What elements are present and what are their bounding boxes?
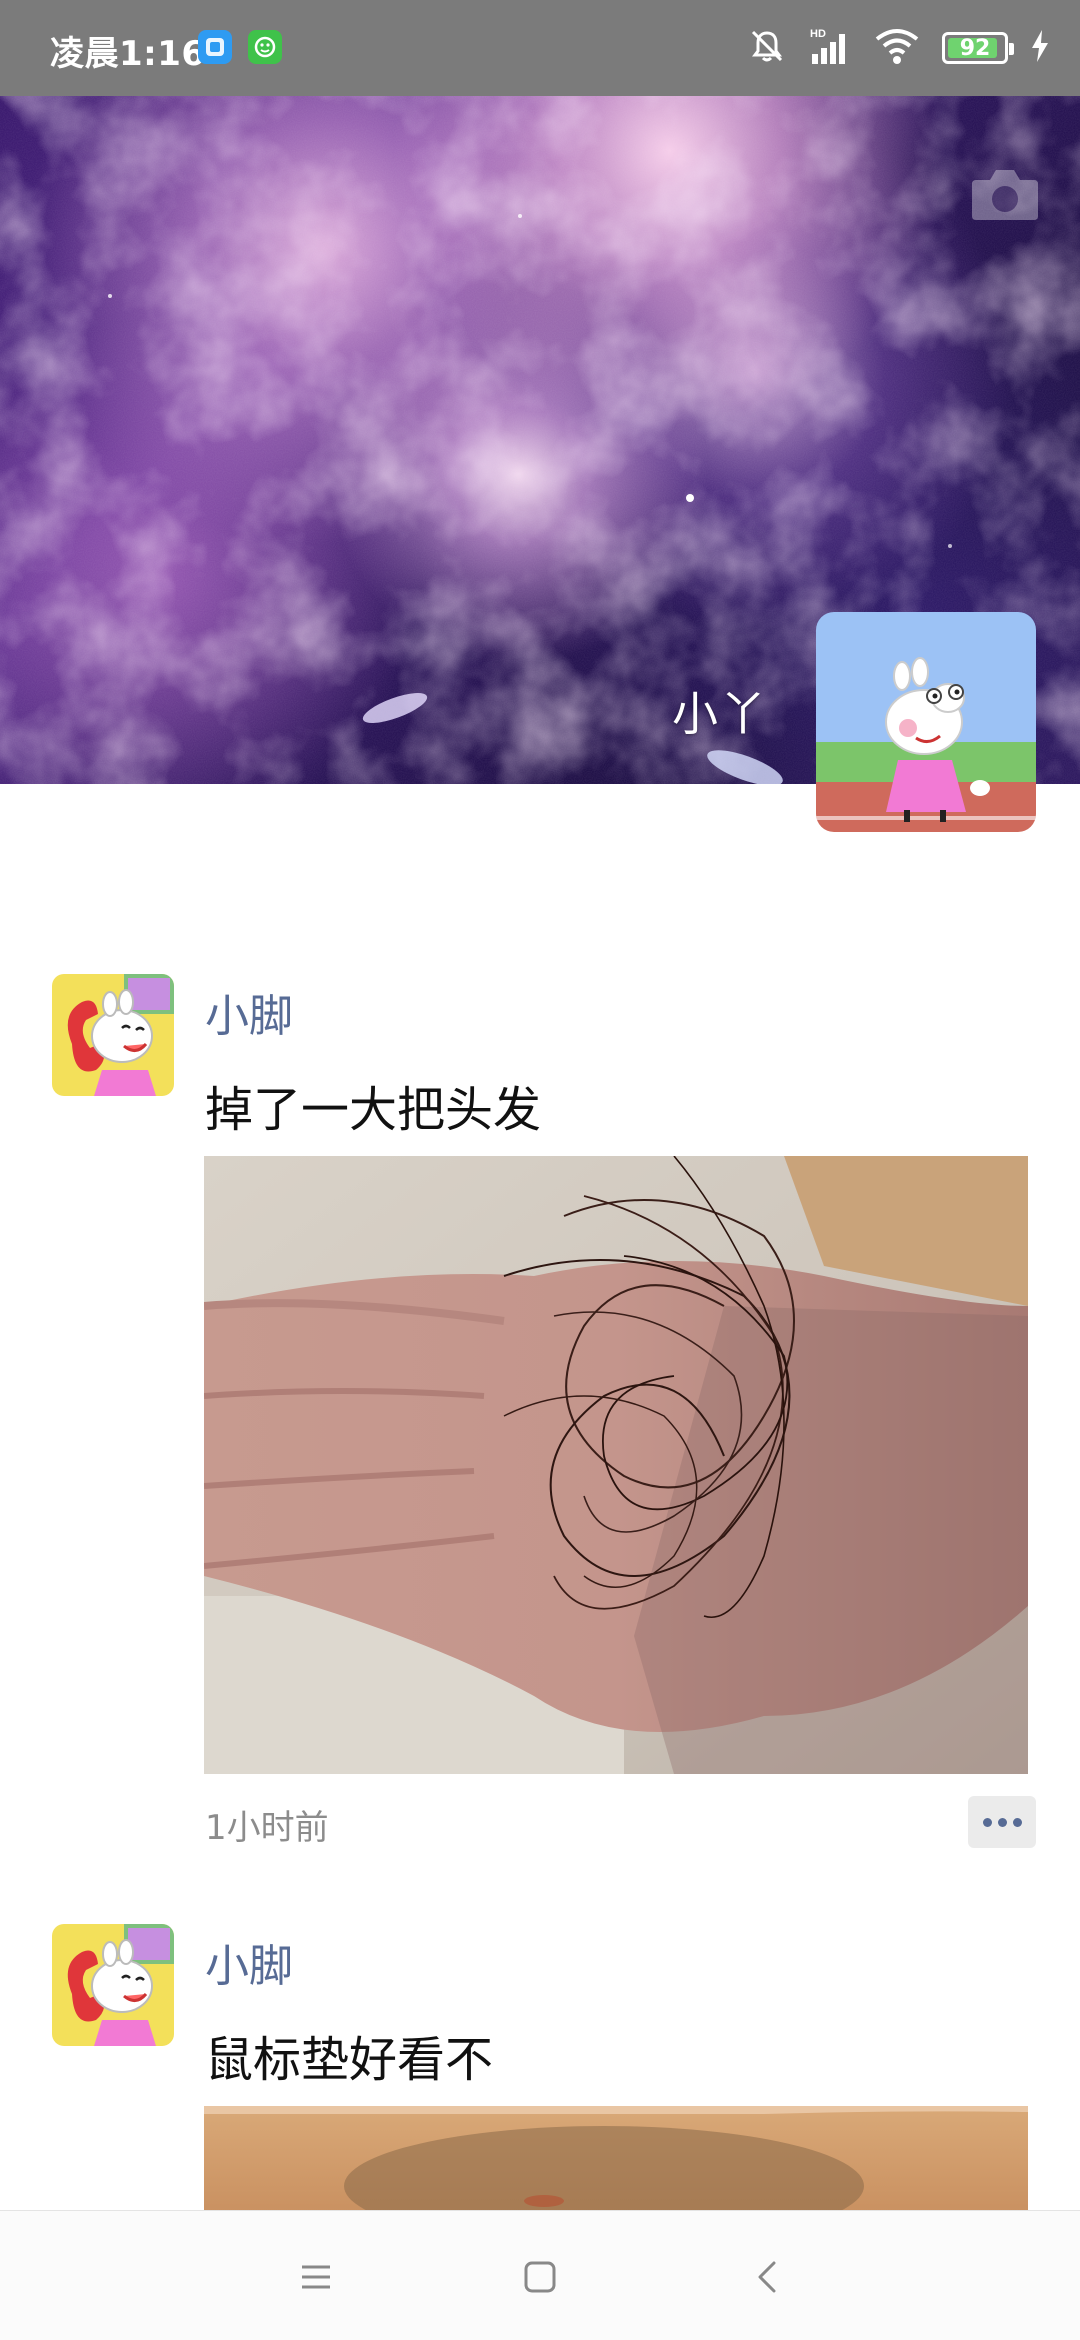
post-image[interactable] <box>204 1156 1028 1774</box>
more-dot <box>997 1817 1007 1827</box>
status-bar: 凌晨1:16 HD 92 <box>0 0 1080 96</box>
more-dots-icon <box>982 1817 992 1827</box>
post-avatar[interactable] <box>52 1924 174 2046</box>
mute-icon <box>748 27 786 69</box>
post-author[interactable]: 小脚 <box>205 1930 293 1994</box>
charging-icon <box>1030 29 1050 67</box>
app-blue-icon <box>198 30 232 64</box>
moments-feed[interactable]: 小脚 掉了一大把头发 1小时前 小脚 鼠标垫好看不 <box>0 784 1080 2210</box>
post: 小脚 掉了一大把头发 1小时前 <box>0 784 1080 1848</box>
home-icon[interactable] <box>510 2247 570 2307</box>
system-nav-bar <box>0 2210 1080 2340</box>
wifi-icon <box>874 27 920 69</box>
post-text: 掉了一大把头发 <box>205 1082 542 1138</box>
post: 小脚 鼠标垫好看不 <box>0 1834 1080 2210</box>
profile-avatar[interactable] <box>816 612 1036 832</box>
app-green-icon <box>248 30 282 64</box>
status-time: 凌晨1:16 <box>50 34 206 74</box>
battery-icon: 92 <box>942 32 1014 64</box>
svg-text:HD: HD <box>810 28 826 40</box>
camera-icon[interactable] <box>970 166 1040 222</box>
menu-icon[interactable] <box>286 2247 346 2307</box>
back-icon[interactable] <box>738 2247 798 2307</box>
more-dot <box>1012 1817 1022 1827</box>
battery-level: 92 <box>959 35 991 61</box>
hd-signal-icon: HD <box>808 26 852 70</box>
profile-name: 小丫 <box>672 687 768 741</box>
post-image[interactable] <box>204 2106 1028 2210</box>
status-icons: HD 92 <box>748 24 1050 72</box>
post-text: 鼠标垫好看不 <box>205 2032 494 2088</box>
post-avatar[interactable] <box>52 974 174 1096</box>
post-author[interactable]: 小脚 <box>205 980 293 1044</box>
